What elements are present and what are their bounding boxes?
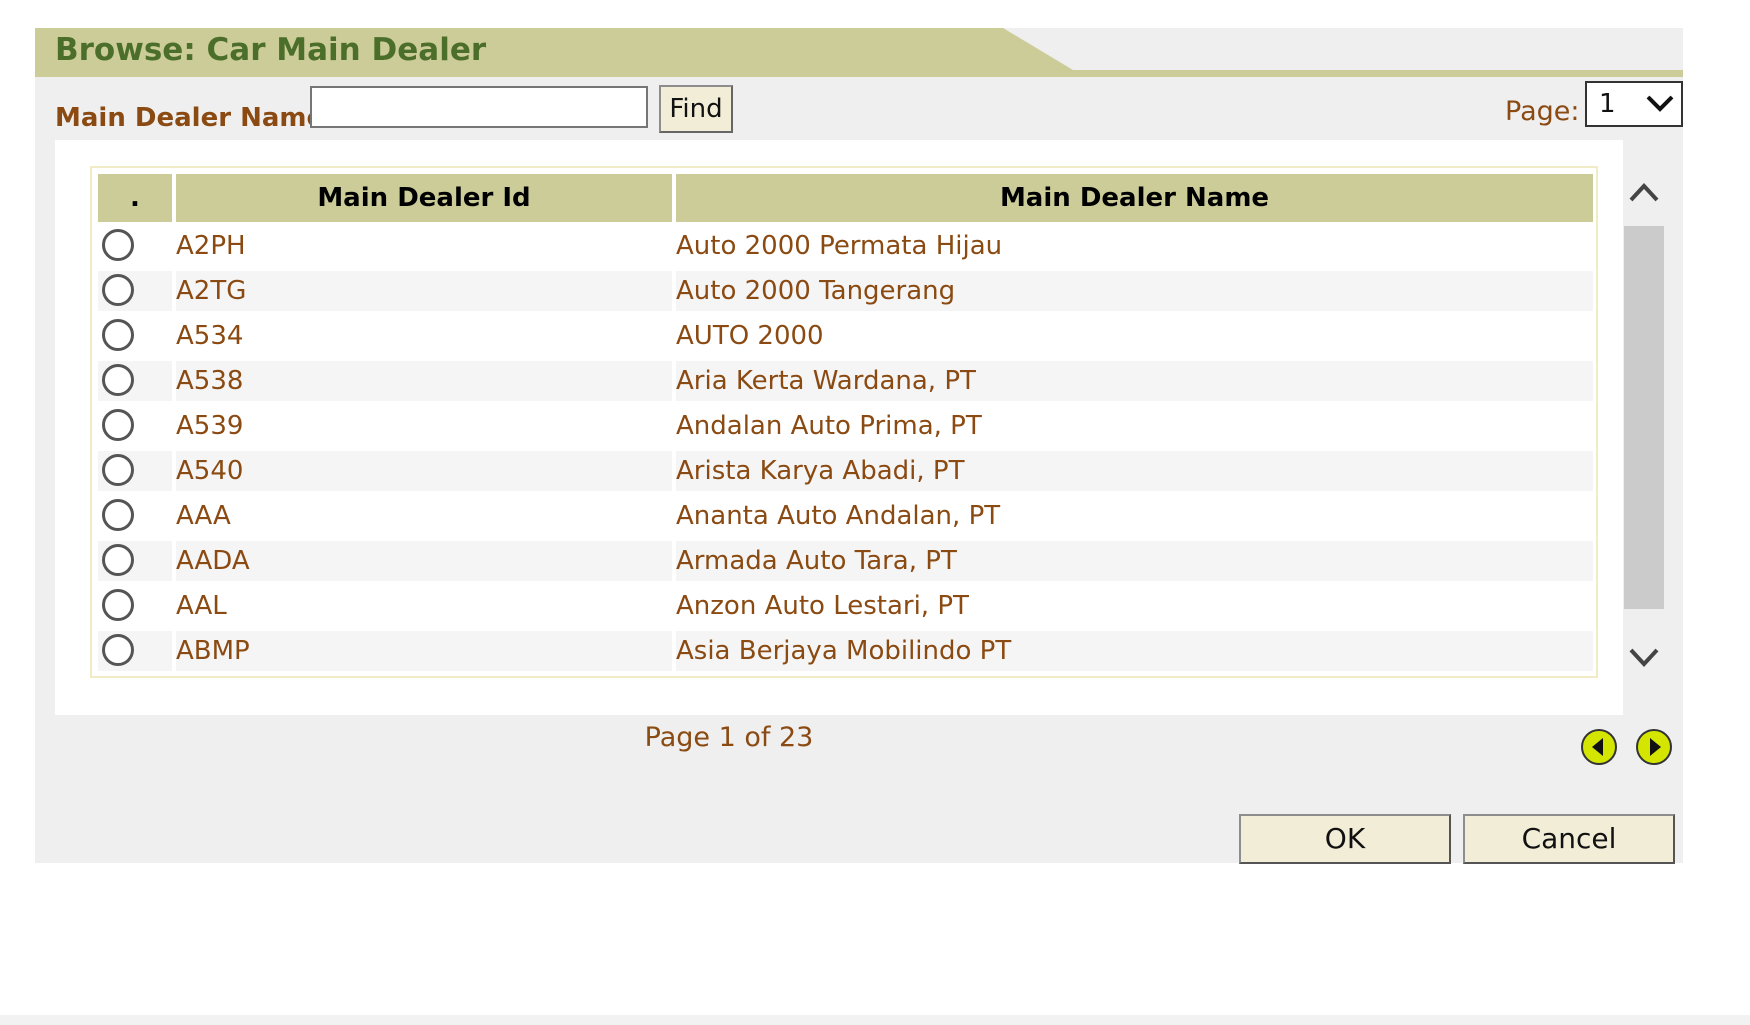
main-dealer-name-cell: Ananta Auto Andalan, PT (676, 501, 1001, 531)
row-radio[interactable] (102, 544, 134, 576)
table-row[interactable]: AAA Ananta Auto Andalan, PT (98, 496, 1593, 536)
find-button[interactable]: Find (659, 85, 733, 133)
main-dealer-id-cell: A2TG (176, 271, 672, 311)
main-dealer-name-cell: Armada Auto Tara, PT (676, 541, 1593, 581)
row-select-cell (98, 541, 172, 581)
main-dealer-name-cell: Auto 2000 Permata Hijau (676, 231, 1003, 261)
row-radio[interactable] (102, 589, 134, 621)
window-bottom-edge (0, 1015, 1750, 1025)
main-dealer-id-cell: AADA (176, 541, 672, 581)
row-radio[interactable] (102, 364, 134, 396)
chevron-up-icon[interactable] (1628, 178, 1660, 204)
row-radio[interactable] (102, 229, 134, 261)
row-select-cell (98, 316, 172, 356)
table-row[interactable]: A2PH Auto 2000 Permata Hijau (98, 226, 1593, 266)
main-dealer-id-cell: A534 (176, 321, 244, 351)
row-radio[interactable] (102, 409, 134, 441)
main-dealer-id-cell: A2PH (176, 231, 246, 261)
table-row[interactable]: ABMP Asia Berjaya Mobilindo PT (98, 631, 1593, 671)
table-row[interactable]: AAL Anzon Auto Lestari, PT (98, 586, 1593, 626)
main-dealer-id-cell: A540 (176, 451, 672, 491)
main-dealer-name-cell: Aria Kerta Wardana, PT (676, 361, 1593, 401)
table-row[interactable]: A2TG Auto 2000 Tangerang (98, 271, 1593, 311)
table-row[interactable]: A538 Aria Kerta Wardana, PT (98, 361, 1593, 401)
column-header-select: . (98, 174, 172, 222)
table-row[interactable]: A539 Andalan Auto Prima, PT (98, 406, 1593, 446)
main-dealer-id-cell: ABMP (176, 631, 672, 671)
main-dealer-name-label: Main Dealer Name: (55, 103, 335, 133)
row-select-cell (98, 631, 172, 671)
page-select-value: 1 (1599, 89, 1616, 119)
prev-page-icon[interactable] (1580, 728, 1618, 766)
row-select-cell (98, 361, 172, 401)
main-dealer-name-cell: AUTO 2000 (676, 321, 824, 351)
table-row[interactable]: A534 AUTO 2000 (98, 316, 1593, 356)
row-radio[interactable] (102, 319, 134, 351)
next-page-icon[interactable] (1635, 728, 1673, 766)
dialog-title-bar: Browse: Car Main Dealer (35, 28, 1683, 77)
row-radio[interactable] (102, 274, 134, 306)
chevron-down-icon[interactable] (1628, 646, 1660, 672)
row-select-cell (98, 226, 172, 266)
row-radio[interactable] (102, 454, 134, 486)
row-select-cell (98, 451, 172, 491)
main-dealer-name-cell: Arista Karya Abadi, PT (676, 451, 1593, 491)
main-dealer-name-cell: Anzon Auto Lestari, PT (676, 591, 969, 621)
main-dealer-id-cell: A538 (176, 361, 672, 401)
results-panel: . Main Dealer Id Main Dealer Name A2PH A… (55, 140, 1623, 715)
main-dealer-name-cell: Auto 2000 Tangerang (676, 271, 1593, 311)
main-dealer-id-cell: AAL (176, 591, 227, 621)
table-row[interactable]: AADA Armada Auto Tara, PT (98, 541, 1593, 581)
main-dealer-id-cell: A539 (176, 411, 244, 441)
cancel-button[interactable]: Cancel (1463, 814, 1675, 864)
row-select-cell (98, 406, 172, 446)
ok-button[interactable]: OK (1239, 814, 1451, 864)
row-radio[interactable] (102, 499, 134, 531)
page-status: Page 1 of 23 (644, 722, 814, 753)
main-dealer-name-input[interactable] (310, 86, 648, 128)
row-select-cell (98, 496, 172, 536)
row-radio[interactable] (102, 634, 134, 666)
scrollbar-thumb[interactable] (1624, 226, 1664, 609)
column-header-main-dealer-name[interactable]: Main Dealer Name (676, 174, 1593, 222)
main-dealer-name-cell: Andalan Auto Prima, PT (676, 411, 982, 441)
chevron-down-icon (1646, 95, 1674, 112)
dialog-title: Browse: Car Main Dealer (55, 32, 487, 68)
main-dealer-id-cell: AAA (176, 501, 231, 531)
column-header-main-dealer-id[interactable]: Main Dealer Id (176, 174, 672, 222)
table-row[interactable]: A540 Arista Karya Abadi, PT (98, 451, 1593, 491)
results-table: . Main Dealer Id Main Dealer Name A2PH A… (90, 166, 1598, 678)
row-select-cell (98, 271, 172, 311)
row-select-cell (98, 586, 172, 626)
page-select[interactable]: 1 (1585, 81, 1683, 127)
main-dealer-name-cell: Asia Berjaya Mobilindo PT (676, 631, 1593, 671)
page-label: Page: (1505, 96, 1580, 127)
browse-dialog: Browse: Car Main Dealer Main Dealer Name… (35, 28, 1683, 864)
